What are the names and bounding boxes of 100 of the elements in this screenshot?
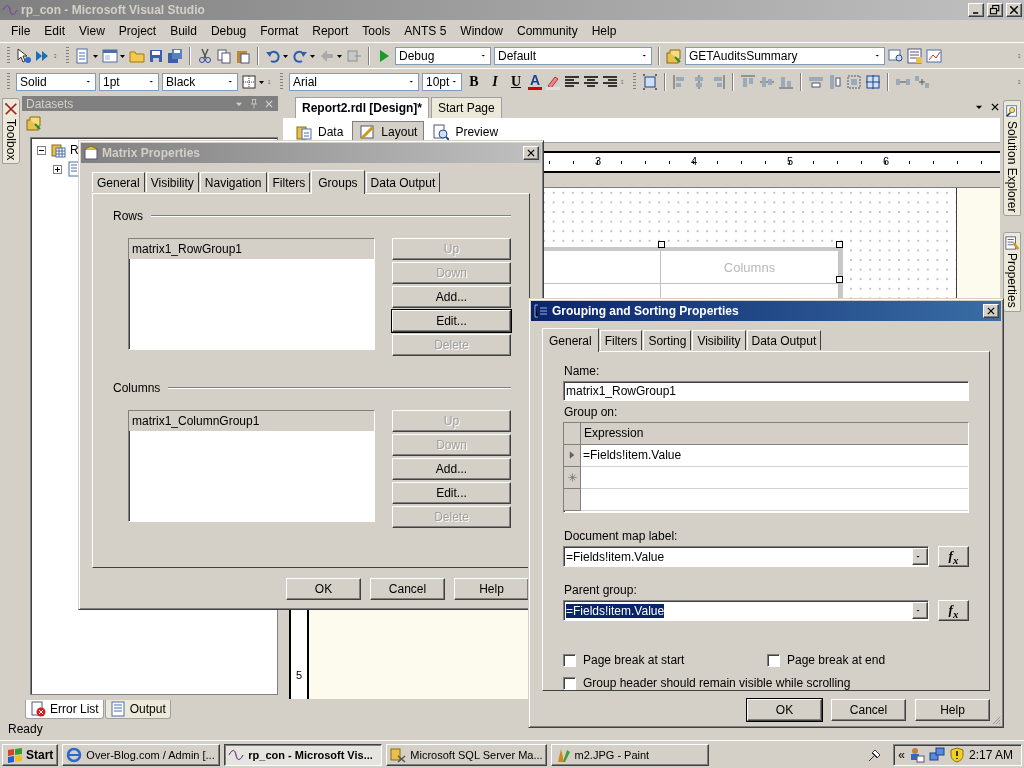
button[interactable]: OK [747,699,822,721]
menu-item[interactable]: Window [453,22,510,40]
size-icon[interactable] [827,73,844,90]
toolbar-grip[interactable] [280,72,283,91]
menu-item[interactable]: Help [584,22,624,40]
flag-icon[interactable] [7,746,23,763]
button[interactable]: Cancel [831,699,906,721]
group-list[interactable]: matrix1_ColumnGroup1 [128,410,375,522]
magnifier-icon[interactable] [433,124,450,140]
copy-icon[interactable] [216,47,232,64]
new-window-icon[interactable] [102,47,126,64]
row-header[interactable] [564,466,581,489]
checkbox[interactable] [563,653,576,667]
tab[interactable]: Sorting [643,330,692,351]
tab[interactable]: Filters [599,330,643,351]
align-left-icon[interactable] [564,73,581,90]
panel-tab[interactable]: Error List [25,700,104,719]
new-document-icon[interactable] [75,47,99,64]
tab[interactable]: Data Output [365,172,441,193]
tab[interactable]: Visibility [692,330,746,351]
taskbar-button[interactable]: Microsoft SQL Server Ma... [386,743,547,766]
group-list[interactable]: matrix1_RowGroup1 [128,238,375,350]
toolbar-grip[interactable] [66,46,69,65]
bold-button[interactable]: B [465,72,483,91]
checkbox[interactable] [563,676,576,690]
network-icon[interactable] [928,746,945,763]
dataset-icon[interactable] [26,115,42,131]
ruler-icon[interactable] [359,124,376,140]
taskbar-button[interactable]: rp_con - Microsoft Vis... [224,743,383,766]
selection-handle[interactable] [658,241,665,248]
cut-icon[interactable] [197,47,213,64]
checkbox[interactable] [767,653,780,667]
expression-button[interactable]: f$_{x}$ [938,546,969,568]
view-tab[interactable]: Preview [426,121,506,142]
button[interactable]: Edit... [392,310,511,332]
list-item[interactable]: matrix1_RowGroup1 [129,239,374,259]
align-center-icon[interactable] [583,73,600,90]
name-field[interactable]: matrix1_RowGroup1 [563,381,969,401]
menu-item[interactable]: Edit [37,22,73,40]
menu-item[interactable]: Report [305,22,356,40]
underline-button[interactable]: U [507,72,525,91]
view-tab[interactable]: Layout [352,121,425,142]
tab[interactable]: General [92,172,145,193]
font-size-combo[interactable]: 10pt [422,72,462,91]
italic-button[interactable]: I [486,72,504,91]
button[interactable]: Add... [392,286,511,308]
menu-item[interactable]: Community [510,22,585,40]
save-icon[interactable] [148,47,164,64]
toolbar-grip[interactable] [7,46,10,65]
menu-item[interactable]: View [72,22,112,40]
align-right-icon[interactable] [602,73,619,90]
align-to-grid-icon[interactable] [642,73,659,90]
toolbar-grip[interactable] [633,72,637,91]
pointer-icon[interactable] [16,47,32,64]
font-color-button[interactable]: A [528,73,543,90]
selection-handle[interactable] [836,241,843,248]
error-icon[interactable] [30,701,46,717]
dropdown-button[interactable] [912,548,928,566]
expression-button[interactable]: f$_{x}$ [938,600,969,622]
database-icon[interactable] [390,746,407,763]
button[interactable]: Cancel [370,578,445,600]
document-icon[interactable] [1005,104,1019,118]
find-combo[interactable]: GETAuditsSummary [685,46,885,65]
close-icon[interactable] [990,102,1000,112]
tree-item[interactable]: R [70,143,79,157]
tab[interactable]: General [542,328,599,352]
configuration-combo[interactable]: Debug [395,46,491,65]
users-icon[interactable] [908,746,925,763]
menu-item[interactable]: Build [163,22,204,40]
expression-grid[interactable]: Expression =Fields!item.Value [563,421,969,514]
side-tab[interactable]: Properties [1003,232,1021,313]
shield-icon[interactable] [948,746,965,763]
menu-item[interactable]: File [4,22,38,40]
collapse-icon[interactable] [37,145,46,155]
toolbox-tab[interactable]: Toolbox [2,98,20,165]
properties-icon[interactable] [1005,236,1019,251]
pin-icon[interactable] [248,97,260,110]
button[interactable]: Help [454,578,529,600]
database-icon[interactable] [296,124,312,140]
row-header[interactable] [564,444,581,467]
tray-expand-button[interactable]: « [898,747,905,762]
tab[interactable]: Data Output [746,330,822,351]
panel-tab[interactable]: Output [104,700,171,719]
dataset-icon[interactable] [666,47,682,64]
browser-icon[interactable] [66,746,83,763]
tab[interactable]: Navigation [199,172,267,193]
save-all-icon[interactable] [167,47,183,64]
size-icon[interactable] [865,73,882,90]
dropdown-button[interactable] [912,602,928,620]
report-icon[interactable] [926,47,942,64]
button[interactable]: Add... [392,458,511,480]
button[interactable]: Edit... [392,482,511,504]
font-combo[interactable]: Arial [289,72,419,91]
tools-icon[interactable] [4,102,18,116]
menu-item[interactable]: ANTS 5 [397,22,454,40]
button[interactable]: OK [286,578,361,600]
tab[interactable]: Groups [311,170,365,194]
document-tab[interactable]: Report2.rdl [Design]* [295,97,429,118]
taskbar-button[interactable]: m2.JPG - Paint [550,743,709,766]
list-item[interactable]: matrix1_ColumnGroup1 [129,411,374,431]
